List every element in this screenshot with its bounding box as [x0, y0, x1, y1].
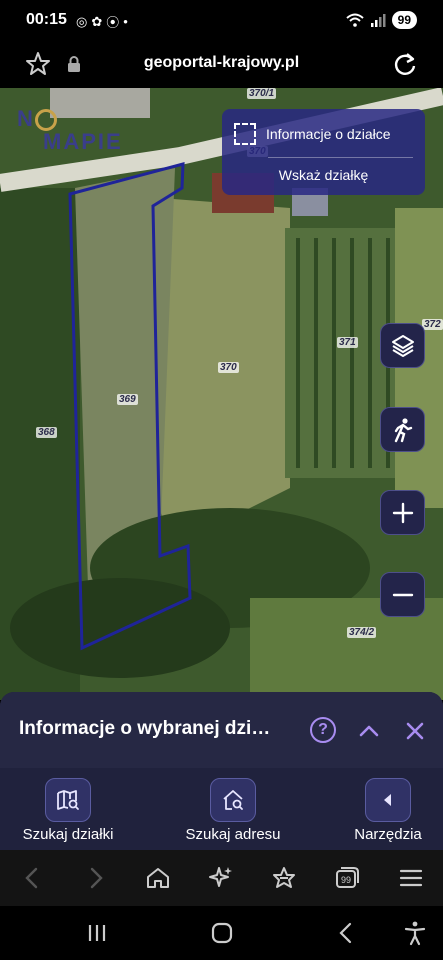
parcel-label: 370 [218, 362, 239, 373]
notification-icon-1: ◎ [76, 13, 88, 29]
point-parcel-button[interactable]: Wskaż działkę [222, 167, 425, 183]
close-icon[interactable] [402, 718, 428, 744]
search-address-button[interactable]: Szukaj adresu [180, 778, 286, 843]
search-parcel-label: Szukaj działki [22, 826, 114, 843]
parcel-label: 372 [422, 319, 443, 330]
recent-apps-icon[interactable] [84, 920, 110, 946]
svg-text:99: 99 [341, 875, 351, 885]
reload-icon[interactable] [391, 50, 419, 78]
zoom-in-button[interactable] [380, 490, 425, 535]
home-search-icon [210, 778, 256, 822]
zoom-out-button[interactable] [380, 572, 425, 617]
accessibility-icon[interactable] [402, 920, 428, 946]
map-view[interactable]: N MAPIE 369 370 368 371 372 374/2 370 37… [0, 88, 443, 700]
home-button-icon[interactable] [209, 920, 235, 946]
home-icon[interactable] [144, 864, 172, 892]
tools-label: Narzędzia [354, 826, 422, 843]
parcel-info-label: Informacje o działce [266, 126, 391, 142]
url-text[interactable]: geoportal-krajowy.pl [0, 54, 443, 72]
parcel-label: 369 [117, 394, 138, 405]
parcel-info-panel: Informacje o działce Wskaż działkę [222, 109, 425, 195]
parcel-label: 371 [337, 337, 358, 348]
menu-icon[interactable] [397, 864, 425, 892]
map-search-icon [45, 778, 91, 822]
status-time: 00:15 [26, 11, 67, 28]
status-bar: 00:15 ◎ ✿ ⦿ • 99 [0, 0, 443, 42]
tools-button[interactable]: Narzędzia [348, 778, 428, 843]
chevron-up-icon[interactable] [356, 718, 382, 744]
notification-dot-icon: • [123, 14, 128, 29]
bottom-sheet: Informacje o wybranej dzi… ? Szukaj dzia… [0, 692, 443, 850]
search-parcel-button[interactable]: Szukaj działki [16, 778, 120, 843]
system-nav-bar [0, 906, 443, 960]
panel-divider [268, 157, 413, 158]
system-back-icon[interactable] [333, 920, 359, 946]
layers-button[interactable] [380, 323, 425, 368]
layers-icon [391, 334, 414, 357]
minus-icon [392, 593, 413, 596]
sheet-header[interactable]: Informacje o wybranej dzi… ? [0, 692, 443, 768]
tabs-count-icon[interactable]: 99 [333, 864, 361, 892]
sheet-title: Informacje o wybranej dzi… [19, 718, 271, 739]
parcel-info-button[interactable]: Informacje o działce [234, 123, 391, 145]
caret-left-icon [365, 778, 411, 822]
notification-icon-3: ⦿ [106, 15, 120, 30]
no-mapie-logo: N MAPIE [17, 108, 123, 153]
parcel-label: 374/2 [347, 627, 377, 638]
parcel-label: 370/1 [247, 88, 277, 99]
parcel-label: 368 [36, 427, 57, 438]
back-icon[interactable] [18, 864, 46, 892]
select-area-icon [234, 123, 256, 145]
browser-toolbar: 99 [0, 850, 443, 906]
url-bar: geoportal-krajowy.pl [0, 42, 443, 88]
forward-icon[interactable] [82, 864, 110, 892]
logo-ring-icon [34, 109, 57, 132]
notification-icon-2: ✿ [91, 13, 103, 29]
help-button[interactable]: ? [310, 717, 336, 743]
battery-badge: 99 [391, 11, 417, 29]
signal-icon [370, 14, 386, 27]
plus-icon [392, 502, 413, 523]
street-view-button[interactable] [380, 407, 425, 452]
pedestrian-icon [394, 417, 412, 442]
status-right: 99 [345, 11, 417, 29]
sparkle-icon[interactable] [207, 864, 235, 892]
notification-icons: ◎ ✿ ⦿ • [76, 12, 128, 31]
wifi-icon [345, 13, 364, 27]
logo-text-part1: N [17, 106, 35, 131]
logo-text-part2: MAPIE [43, 129, 123, 155]
search-address-label: Szukaj adresu [185, 826, 281, 843]
bookmark-add-icon[interactable] [270, 864, 298, 892]
